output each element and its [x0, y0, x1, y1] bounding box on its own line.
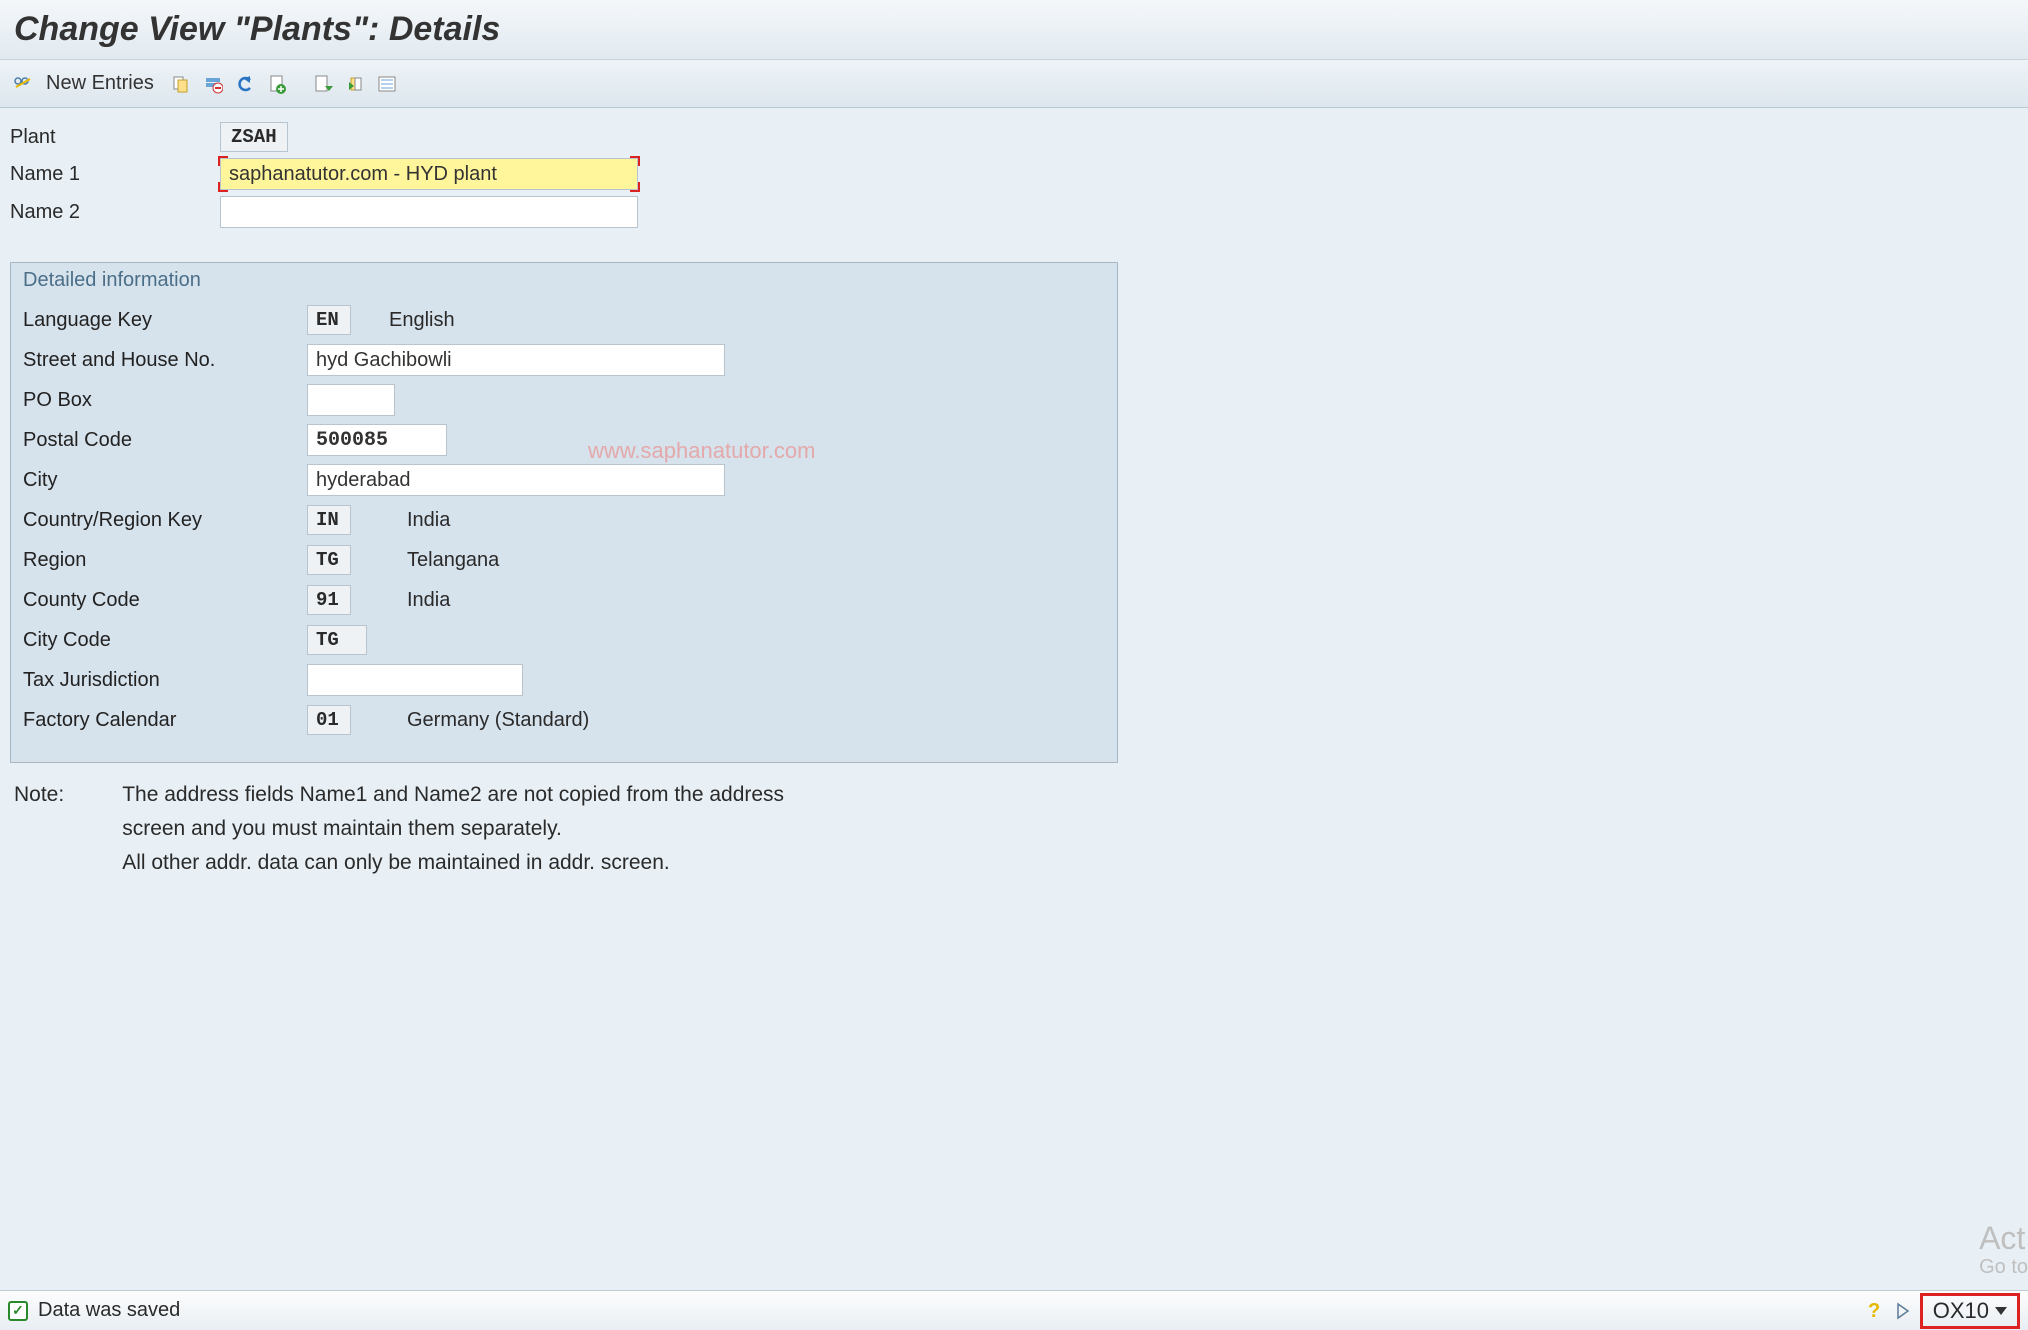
next-entry-icon[interactable] — [310, 71, 336, 97]
note-label: Note: — [14, 783, 64, 885]
street-input[interactable] — [307, 344, 725, 376]
svg-text:?: ? — [1868, 1300, 1880, 1322]
note-line2: screen and you must maintain them separa… — [122, 817, 784, 841]
previous-entry-icon[interactable] — [342, 71, 368, 97]
pobox-label: PO Box — [23, 389, 307, 412]
display-change-toggle-icon[interactable] — [10, 71, 36, 97]
city-label: City — [23, 469, 307, 492]
country-input[interactable]: IN — [307, 505, 351, 535]
status-message: Data was saved — [38, 1299, 180, 1322]
pobox-input[interactable] — [307, 384, 395, 416]
title-bar: Change View "Plants": Details — [0, 0, 2028, 60]
name2-input[interactable] — [220, 196, 638, 228]
region-input[interactable]: TG — [307, 545, 351, 575]
copy-icon[interactable] — [168, 71, 194, 97]
transaction-code-box[interactable]: OX10 — [1920, 1293, 2020, 1329]
name1-label: Name 1 — [10, 163, 220, 186]
name1-input[interactable] — [220, 158, 638, 190]
postal-input[interactable] — [307, 424, 447, 456]
region-desc: Telangana — [407, 549, 499, 572]
list-icon[interactable] — [374, 71, 400, 97]
help-icon[interactable]: ? — [1866, 1299, 1886, 1323]
tax-jurisdiction-label: Tax Jurisdiction — [23, 669, 307, 692]
nav-forward-icon[interactable] — [1896, 1302, 1910, 1320]
factory-calendar-desc: Germany (Standard) — [407, 709, 589, 732]
city-input[interactable] — [307, 464, 725, 496]
delete-icon[interactable] — [200, 71, 226, 97]
application-toolbar: New Entries — [0, 60, 2028, 108]
ghost-text: Act Go to — [1979, 1221, 2028, 1278]
language-key-desc: English — [389, 309, 455, 332]
status-bar: ✓ Data was saved ? OX10 — [0, 1290, 2028, 1330]
plant-code[interactable]: ZSAH — [220, 122, 288, 152]
chevron-down-icon — [1995, 1307, 2007, 1315]
factory-calendar-input[interactable]: 01 — [307, 705, 351, 735]
success-icon: ✓ — [8, 1301, 28, 1321]
document-add-icon[interactable] — [264, 71, 290, 97]
note-line3: All other addr. data can only be maintai… — [122, 851, 784, 875]
tax-jurisdiction-input[interactable] — [307, 664, 523, 696]
detailed-information-group: Detailed information Language Key EN Eng… — [10, 262, 1118, 763]
postal-label: Postal Code — [23, 429, 307, 452]
note-line1: The address fields Name1 and Name2 are n… — [122, 783, 784, 807]
factory-calendar-label: Factory Calendar — [23, 709, 307, 732]
city-code-input[interactable]: TG — [307, 625, 367, 655]
county-code-label: County Code — [23, 589, 307, 612]
name2-label: Name 2 — [10, 201, 220, 224]
region-label: Region — [23, 549, 307, 572]
group-title: Detailed information — [11, 263, 1117, 300]
plant-label: Plant — [10, 126, 220, 149]
street-label: Street and House No. — [23, 349, 307, 372]
city-code-label: City Code — [23, 629, 307, 652]
country-desc: India — [407, 509, 450, 532]
transaction-code: OX10 — [1933, 1298, 1989, 1324]
language-key-input[interactable]: EN — [307, 305, 351, 335]
undo-icon[interactable] — [232, 71, 258, 97]
new-entries-button[interactable]: New Entries — [46, 72, 154, 95]
content-area: Plant ZSAH Name 1 Name 2 Detailed inform… — [0, 108, 2028, 885]
note-block: Note: The address fields Name1 and Name2… — [10, 783, 2018, 885]
country-label: Country/Region Key — [23, 509, 307, 532]
county-code-input[interactable]: 91 — [307, 585, 351, 615]
county-code-desc: India — [407, 589, 450, 612]
language-key-label: Language Key — [23, 309, 307, 332]
page-title: Change View "Plants": Details — [14, 10, 2014, 49]
